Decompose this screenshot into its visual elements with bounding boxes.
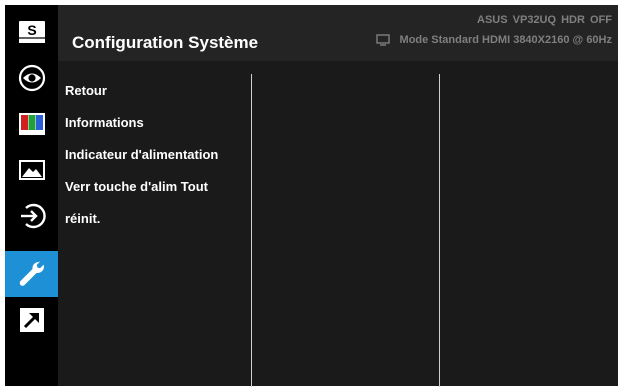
column-divider: [439, 74, 440, 387]
color-bars-icon: [18, 113, 45, 135]
monitor-icon: [375, 34, 390, 46]
signal-status: Mode Standard HDMI 3840X2160 @ 60Hz: [375, 34, 612, 46]
sidebar-item-color[interactable]: [5, 101, 58, 147]
image-icon: [18, 160, 45, 180]
eye-icon: [18, 64, 45, 92]
menu-item-informations[interactable]: Informations: [65, 115, 144, 130]
shortcut-arrow-icon: [19, 308, 44, 332]
sidebar-item-image[interactable]: [5, 147, 58, 193]
content-panel: Retour Informations Indicateur d'aliment…: [58, 61, 618, 387]
input-select-icon: [20, 203, 46, 229]
sidebar-item-eye-care[interactable]: [5, 55, 58, 101]
wrench-icon: [19, 261, 44, 286]
model-status: ASUS VP32UQ HDR OFF: [477, 14, 612, 26]
splendid-s-label: S: [27, 22, 36, 38]
sidebar-item-system-setup[interactable]: [5, 251, 58, 297]
page-title: Configuration Système: [72, 33, 259, 52]
menu-item-retour[interactable]: Retour: [65, 83, 107, 98]
header: Configuration Système ASUS VP32UQ HDR OF…: [58, 5, 618, 61]
osd-screen: S Configuration Système ASUS VP32UQ HDR …: [0, 0, 623, 391]
sidebar-item-splendid[interactable]: S: [5, 9, 58, 55]
sidebar-item-input-select[interactable]: [5, 193, 58, 239]
menu-item-power-indicator[interactable]: Indicateur d'alimentation: [65, 147, 218, 162]
signal-status-text: Mode Standard HDMI 3840X2160 @ 60Hz: [399, 34, 612, 46]
sidebar-item-shortcut[interactable]: [5, 297, 58, 343]
menu-item-power-key-lock[interactable]: Verr touche d'alim Tout: [65, 179, 208, 194]
menu-item-reset[interactable]: réinit.: [65, 211, 100, 226]
column-divider: [251, 74, 252, 387]
splendid-s-icon: S: [18, 21, 45, 43]
sidebar: S: [5, 5, 58, 386]
osd-menu: S Configuration Système ASUS VP32UQ HDR …: [5, 5, 618, 387]
